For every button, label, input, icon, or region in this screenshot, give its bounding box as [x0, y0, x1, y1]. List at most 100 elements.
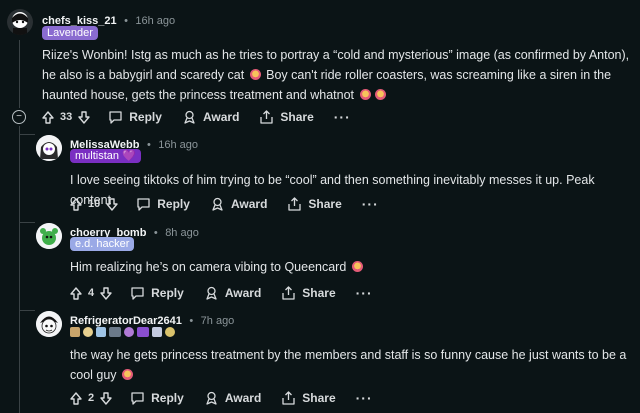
share-icon [282, 286, 295, 300]
upvote-icon[interactable] [70, 391, 82, 405]
timestamp[interactable]: 7h ago [201, 315, 235, 327]
emoji-icon [249, 69, 261, 80]
emoji-icon [374, 89, 386, 100]
avatar[interactable] [36, 311, 62, 337]
avatar-icon [36, 135, 62, 161]
collapse-thread-button[interactable]: − [12, 110, 26, 124]
vote-count: 4 [88, 287, 95, 299]
downvote-icon[interactable] [100, 391, 112, 405]
reply-icon [131, 287, 144, 300]
downvote-icon[interactable] [106, 197, 118, 211]
thread-branch-2 [19, 222, 35, 223]
share-button[interactable]: Share [281, 286, 336, 300]
more-options-button[interactable]: ··· [362, 196, 379, 212]
thread-branch-1 [19, 134, 35, 135]
separator-dot: • [146, 139, 151, 151]
flair-emoji-row [70, 325, 175, 339]
award-button[interactable]: Award [204, 391, 261, 405]
flair-emoji-icon [137, 327, 149, 337]
flair-emoji-icon [109, 327, 121, 337]
avatar[interactable] [36, 135, 62, 161]
share-label: Share [280, 110, 314, 124]
reply-label: Reply [157, 197, 190, 211]
share-icon [288, 197, 302, 211]
share-button[interactable]: Share [281, 391, 336, 405]
comment-actions: 33 Reply Award Share ··· [42, 105, 351, 129]
share-label: Share [302, 391, 336, 405]
emoji-icon [351, 261, 363, 272]
avatar-icon [36, 311, 62, 337]
flair-emoji-icon [165, 327, 175, 337]
award-icon [184, 110, 195, 124]
avatar[interactable] [36, 223, 62, 249]
vote-count: 33 [60, 111, 73, 123]
comment-text: the way he gets princess treatment by th… [70, 348, 627, 382]
reply-button[interactable]: Reply [108, 110, 162, 124]
user-flair: Lavender [42, 26, 98, 40]
avatar-icon [36, 223, 62, 249]
share-icon [282, 391, 295, 405]
share-button[interactable]: Share [287, 197, 342, 211]
vote-control: 33 [42, 110, 90, 124]
user-flair: e.d. hacker [70, 237, 135, 251]
upvote-icon[interactable] [42, 110, 54, 124]
more-options-button[interactable]: ··· [356, 285, 373, 301]
vote-control: 2 [70, 391, 112, 405]
reply-icon [109, 111, 122, 124]
award-icon [206, 286, 217, 300]
comment-actions: 4 Reply Award Share ··· [70, 281, 373, 305]
award-icon [212, 197, 223, 211]
thread-line-replies [19, 126, 20, 413]
reply-label: Reply [129, 110, 162, 124]
share-label: Share [302, 286, 336, 300]
award-label: Award [224, 391, 262, 405]
comment-actions: 10 Reply Award Share ··· [70, 192, 379, 216]
share-label: Share [308, 197, 342, 211]
timestamp[interactable]: 16h ago [135, 15, 175, 27]
flair-emoji-icon [83, 327, 93, 337]
emoji-icon [359, 89, 371, 100]
award-button[interactable]: Award [182, 110, 239, 124]
award-label: Award [202, 110, 240, 124]
avatar[interactable] [7, 9, 33, 35]
reply-button[interactable]: Reply [130, 391, 184, 405]
more-options-button[interactable]: ··· [356, 390, 373, 406]
comment-body: the way he gets princess treatment by th… [70, 345, 630, 385]
award-label: Award [230, 197, 268, 211]
award-icon [206, 391, 217, 405]
emoji-icon [122, 369, 134, 380]
timestamp[interactable]: 16h ago [158, 139, 198, 151]
comment-text: Him realizing he’s on camera vibing to Q… [70, 260, 350, 274]
separator-dot: • [189, 315, 194, 327]
reply-button[interactable]: Reply [130, 286, 184, 300]
award-button[interactable]: Award [204, 286, 261, 300]
comment-body: Him realizing he’s on camera vibing to Q… [70, 257, 636, 277]
comment-actions: 2 Reply Award Share ··· [70, 386, 373, 410]
share-icon [260, 110, 274, 124]
avatar-icon [7, 9, 33, 35]
user-flair: multistan 💜 [70, 149, 141, 163]
more-options-button[interactable]: ··· [334, 109, 351, 125]
flair-emoji-icon [70, 327, 80, 337]
timestamp[interactable]: 8h ago [165, 227, 199, 239]
flair-emoji-icon [152, 327, 162, 337]
downvote-icon[interactable] [78, 110, 90, 124]
reply-icon [137, 198, 150, 211]
reply-label: Reply [151, 391, 184, 405]
upvote-icon[interactable] [70, 197, 82, 211]
upvote-icon[interactable] [70, 286, 82, 300]
separator-dot: • [124, 15, 128, 27]
vote-count: 10 [88, 198, 101, 210]
flair-emoji-icon [124, 327, 134, 337]
reply-button[interactable]: Reply [136, 197, 190, 211]
award-label: Award [224, 286, 262, 300]
award-button[interactable]: Award [210, 197, 267, 211]
vote-control: 10 [70, 197, 118, 211]
vote-count: 2 [88, 392, 95, 404]
comment-body: Riize's Wonbin! Istg as much as he tries… [42, 45, 638, 105]
share-button[interactable]: Share [259, 110, 314, 124]
downvote-icon[interactable] [100, 286, 112, 300]
vote-control: 4 [70, 286, 112, 300]
thread-line-main [19, 40, 20, 108]
reply-label: Reply [151, 286, 184, 300]
